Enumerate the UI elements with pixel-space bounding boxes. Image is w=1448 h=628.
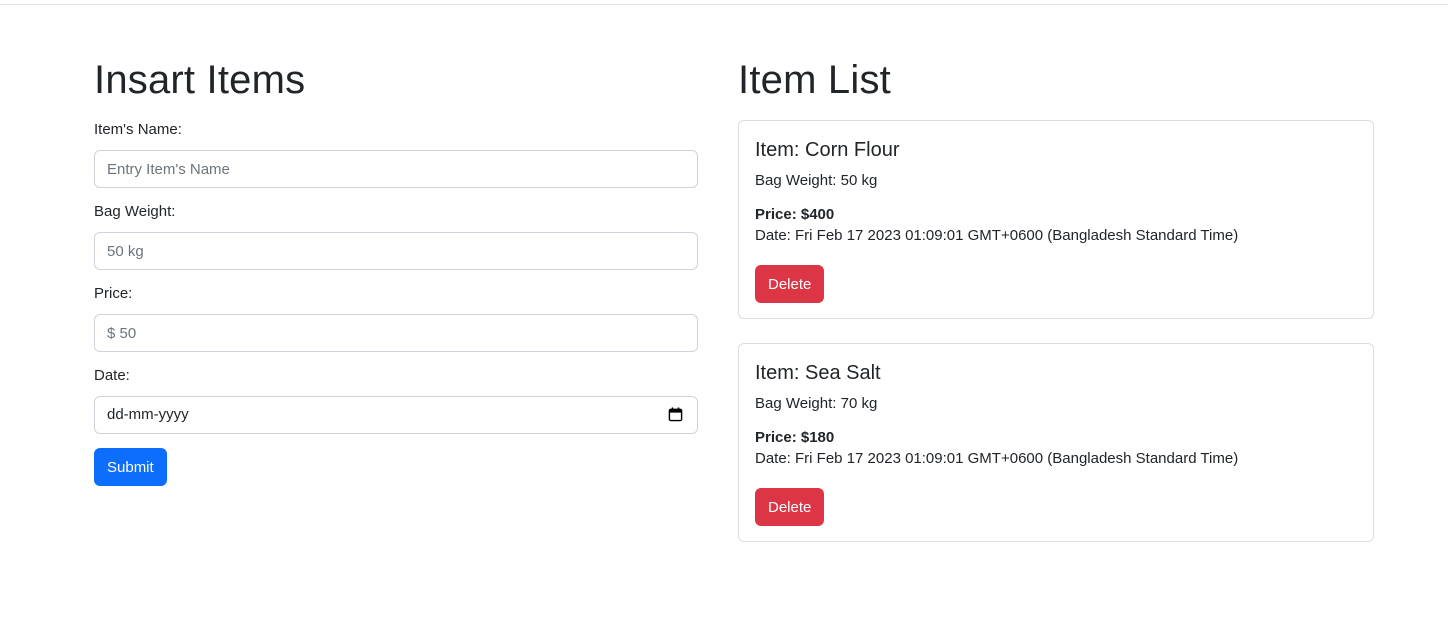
- item-card: Item: Sea Salt Bag Weight: 70 kg Price: …: [738, 343, 1374, 542]
- delete-button[interactable]: Delete: [755, 265, 825, 303]
- top-divider: [0, 4, 1448, 5]
- item-price: Price: $400: [755, 206, 835, 223]
- item-date: Date: Fri Feb 17 2023 01:09:01 GMT+0600 …: [755, 227, 1239, 244]
- submit-button[interactable]: Submit: [94, 448, 167, 486]
- price-field-group: Price:: [94, 284, 698, 352]
- date-input[interactable]: dd-mm-yyyy: [94, 396, 698, 434]
- page-container: Insart Items Item's Name: Bag Weight: Pr…: [94, 56, 1374, 566]
- item-name-label: Item's Name:: [94, 121, 182, 138]
- insert-item-form: Item's Name: Bag Weight: Price: Date: dd…: [94, 120, 698, 486]
- date-label: Date:: [94, 367, 130, 384]
- weight-field-group: Bag Weight:: [94, 202, 698, 270]
- delete-button[interactable]: Delete: [755, 488, 825, 526]
- insert-form-column: Insart Items Item's Name: Bag Weight: Pr…: [94, 56, 698, 566]
- item-title: Item: Sea Salt: [755, 362, 881, 384]
- item-list-heading: Item List: [738, 58, 891, 102]
- date-field-group: Date: dd-mm-yyyy: [94, 366, 698, 434]
- bag-weight-input[interactable]: [94, 232, 698, 270]
- item-price: Price: $180: [755, 429, 835, 446]
- item-weight: Bag Weight: 50 kg: [755, 172, 878, 189]
- item-name-input[interactable]: [94, 150, 698, 188]
- item-title: Item: Corn Flour: [755, 139, 900, 161]
- price-label: Price:: [94, 285, 133, 302]
- item-date: Date: Fri Feb 17 2023 01:09:01 GMT+0600 …: [755, 450, 1239, 467]
- item-card: Item: Corn Flour Bag Weight: 50 kg Price…: [738, 120, 1374, 319]
- insert-heading: Insart Items: [94, 58, 306, 102]
- price-input[interactable]: [94, 314, 698, 352]
- name-field-group: Item's Name:: [94, 120, 698, 188]
- date-input-wrapper: dd-mm-yyyy: [94, 396, 698, 434]
- item-weight: Bag Weight: 70 kg: [755, 395, 878, 412]
- bag-weight-label: Bag Weight:: [94, 203, 176, 220]
- calendar-icon[interactable]: [668, 407, 683, 422]
- item-list-column: Item List Item: Corn Flour Bag Weight: 5…: [738, 56, 1374, 566]
- submit-row: Submit: [94, 448, 698, 486]
